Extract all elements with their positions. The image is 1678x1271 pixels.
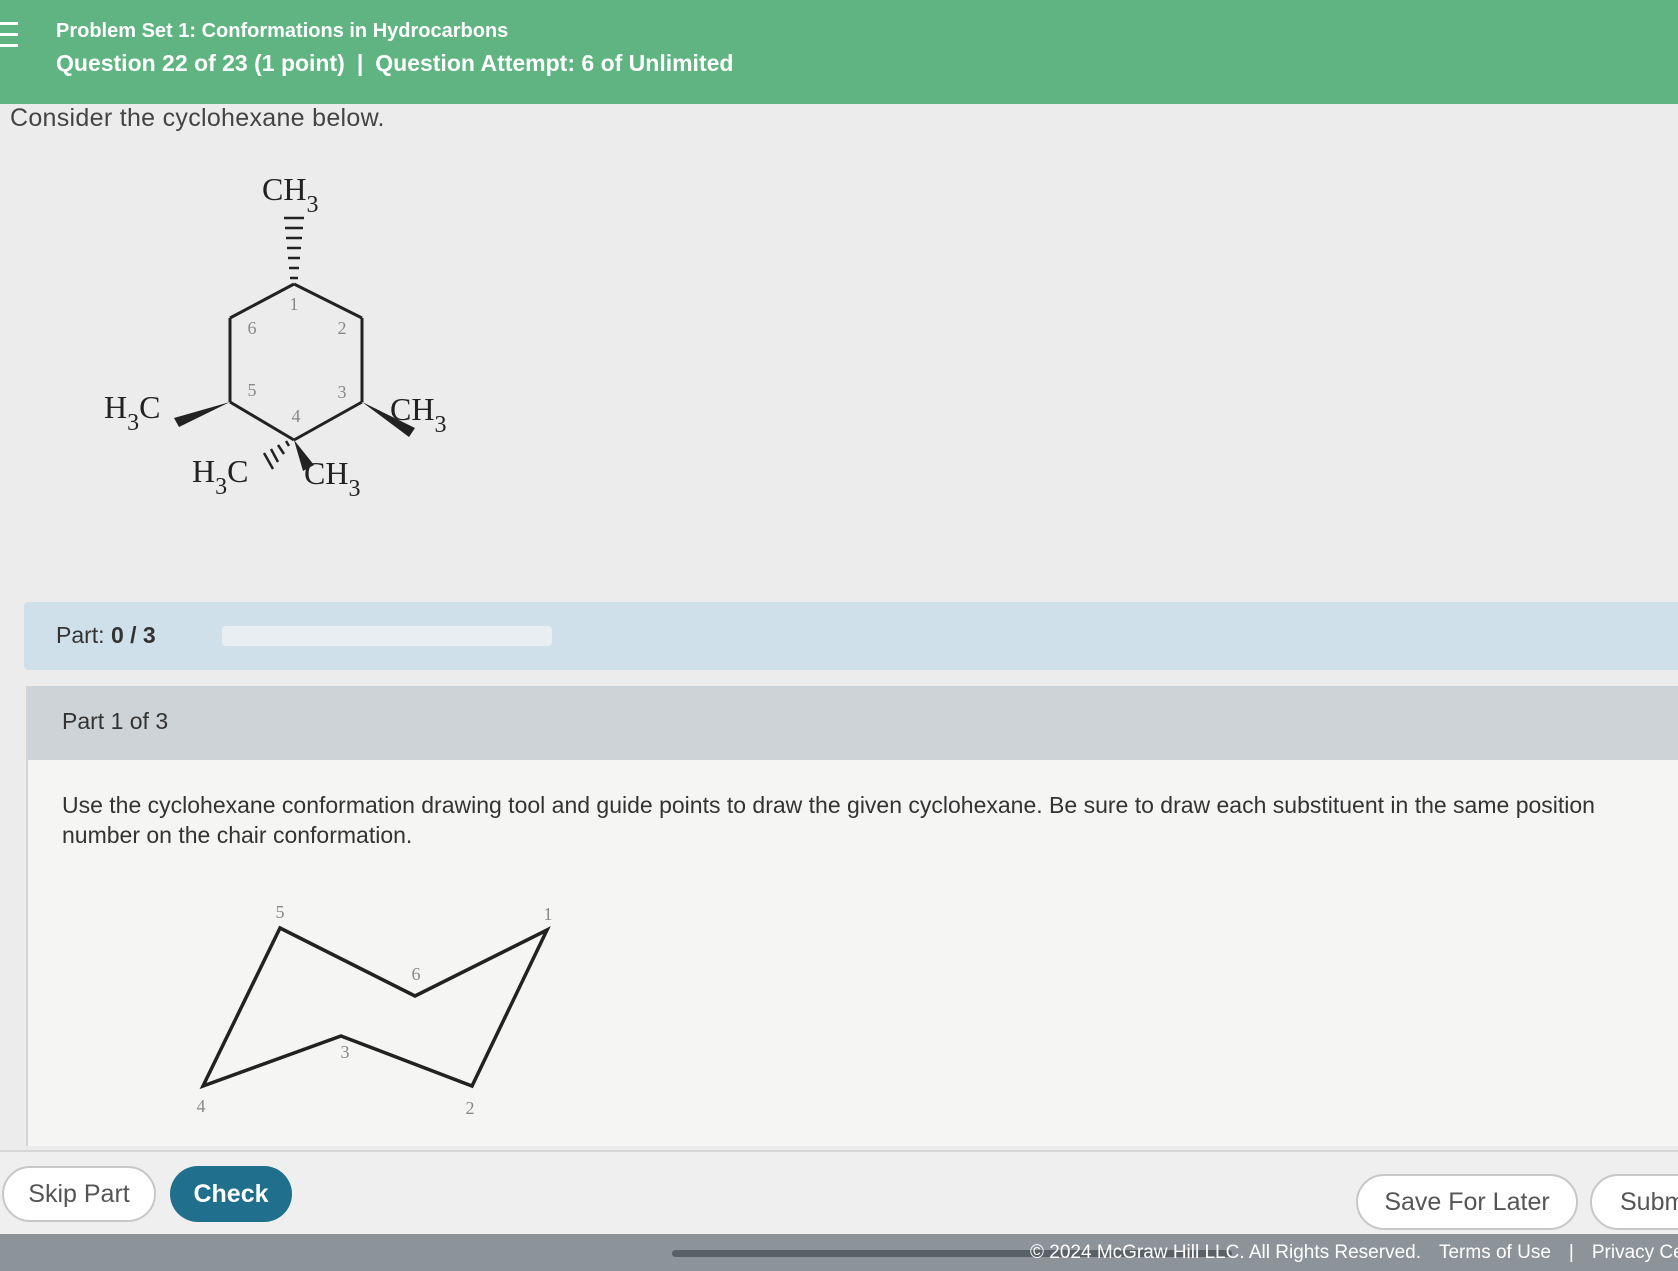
privacy-center-link[interactable]: Privacy Ce: [1592, 1242, 1678, 1263]
part-title: Part 1 of 3: [62, 708, 169, 734]
part-card: Part 1 of 3 Use the cyclohexane conforma…: [26, 686, 1678, 1146]
save-for-later-button[interactable]: Save For Later: [1356, 1174, 1578, 1230]
ring-number-6: 6: [248, 318, 257, 338]
legal-footer: © 2024 McGraw Hill LLC. All Rights Reser…: [0, 1234, 1678, 1271]
c3-methyl-label: CH3: [390, 391, 446, 438]
c4-wedged-methyl-label: CH3: [304, 455, 360, 502]
menu-icon[interactable]: [0, 22, 18, 54]
c4-hashed-methyl-label: H3C: [192, 453, 248, 500]
c1-hash-bond: [284, 216, 304, 280]
cyclohexane-structure: 1 2 3 4 5 6 CH3 CH3 H3C H3C CH3: [104, 171, 446, 502]
terms-of-use-link[interactable]: Terms of Use: [1439, 1242, 1551, 1263]
chair-number-1: 1: [544, 904, 553, 924]
ring-number-4: 4: [292, 406, 301, 426]
header-bar: Problem Set 1: Conformations in Hydrocar…: [0, 0, 1678, 104]
ring-number-1: 1: [290, 294, 299, 314]
c5-methyl-label: H3C: [104, 389, 160, 436]
chair-outline: [199, 925, 551, 1090]
action-bar: Skip Part Check Save For Later Subm: [0, 1150, 1678, 1234]
chair-conformation-canvas[interactable]: 1 2 3 4 5 6: [158, 878, 578, 1128]
footer-separator: |: [1568, 1242, 1574, 1263]
submit-button[interactable]: Subm: [1590, 1174, 1678, 1230]
ring-number-2: 2: [338, 318, 347, 338]
part-progress-bar: Part: 0 / 3: [24, 602, 1678, 670]
chair-number-6: 6: [412, 964, 421, 984]
attempt-info: Question Attempt: 6 of Unlimited: [375, 50, 734, 76]
question-prompt: Consider the cyclohexane below.: [10, 104, 385, 132]
chair-number-5: 5: [276, 902, 285, 922]
part-progress-label: Part: 0 / 3: [56, 622, 156, 648]
header-separator: |: [356, 50, 364, 76]
chair-number-3: 3: [341, 1042, 350, 1062]
ring-number-5: 5: [248, 380, 257, 400]
question-info: Question 22 of 23 (1 point) | Question Att…: [56, 50, 733, 77]
legal-text: © 2024 McGraw Hill LLC. All Rights Reser…: [1030, 1242, 1678, 1264]
part-instructions: Use the cyclohexane conformation drawing…: [62, 792, 1595, 848]
c5-wedge-bond: [174, 402, 230, 427]
progress-track: [222, 626, 552, 646]
copyright-text: © 2024 McGraw Hill LLC. All Rights Reser…: [1030, 1242, 1421, 1263]
check-button[interactable]: Check: [170, 1166, 292, 1222]
skip-part-button[interactable]: Skip Part: [2, 1166, 156, 1222]
chair-number-2: 2: [466, 1098, 475, 1118]
part-progress-value: 0 / 3: [110, 622, 156, 648]
question-number: Question 22 of 23 (1 point): [56, 50, 345, 76]
chair-number-4: 4: [197, 1096, 206, 1116]
c4-hash-bond: [262, 440, 291, 470]
ring-number-3: 3: [338, 382, 347, 402]
part-header: Part 1 of 3: [28, 686, 1678, 760]
c1-methyl-label: CH3: [262, 171, 318, 218]
problem-set-title: Problem Set 1: Conformations in Hydrocar…: [56, 20, 509, 42]
